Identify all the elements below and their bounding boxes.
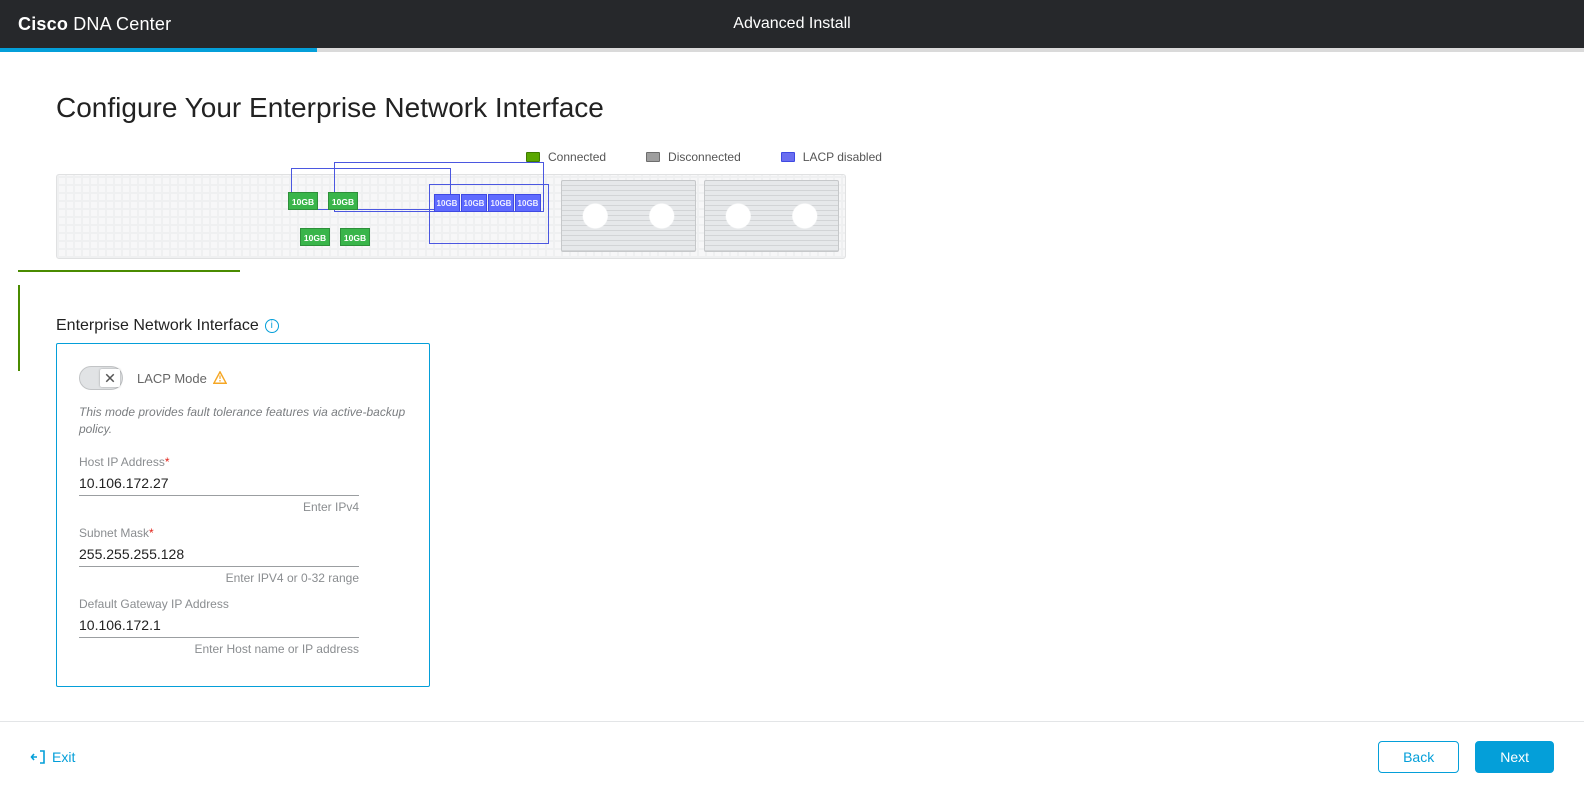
- back-button[interactable]: Back: [1378, 741, 1459, 773]
- next-button[interactable]: Next: [1475, 741, 1554, 773]
- swatch-lacp-icon: [781, 152, 795, 162]
- exit-link[interactable]: Exit: [30, 749, 75, 765]
- fan-module-icon: [704, 180, 839, 252]
- info-icon[interactable]: i: [265, 319, 279, 333]
- subnet-hint: Enter IPV4 or 0-32 range: [79, 571, 359, 585]
- legend-lacp-disabled: LACP disabled: [781, 150, 882, 164]
- required-mark: *: [149, 526, 154, 540]
- gateway-field: Default Gateway IP Address: [79, 597, 407, 638]
- connector-line-icon: [18, 270, 240, 272]
- subnet-input[interactable]: [79, 543, 359, 567]
- lacp-toggle-row: LACP Mode: [79, 366, 407, 390]
- legend-disconnected: Disconnected: [646, 150, 741, 164]
- wizard-footer: Exit Back Next: [0, 721, 1584, 791]
- fan-module-icon: [561, 180, 696, 252]
- lacp-toggle-label: LACP Mode: [137, 371, 207, 386]
- port-10gb[interactable]: 10GB: [434, 194, 460, 212]
- brand-label: Cisco DNA Center: [18, 14, 171, 35]
- swatch-disconnected-icon: [646, 152, 660, 162]
- gateway-label: Default Gateway IP Address: [79, 597, 407, 611]
- swatch-connected-icon: [526, 152, 540, 162]
- legend-disconnected-label: Disconnected: [668, 150, 741, 164]
- selection-box-icon: [429, 184, 549, 244]
- section-title: Enterprise Network Interface: [56, 317, 259, 335]
- connector-line-icon: [18, 285, 20, 371]
- close-icon: [104, 372, 116, 384]
- port-10gb[interactable]: 10GB: [300, 228, 330, 246]
- port-10gb[interactable]: 10GB: [488, 194, 514, 212]
- subnet-label: Subnet Mask*: [79, 526, 407, 540]
- port-10gb[interactable]: 10GB: [288, 192, 318, 210]
- port-10gb[interactable]: 10GB: [515, 194, 541, 212]
- install-mode-title: Advanced Install: [733, 15, 850, 33]
- exit-icon: [30, 749, 46, 765]
- required-mark: *: [165, 455, 170, 469]
- port-10gb[interactable]: 10GB: [340, 228, 370, 246]
- legend-lacp-label: LACP disabled: [803, 150, 882, 164]
- app-header: Cisco DNA Center Advanced Install: [0, 0, 1584, 48]
- wizard-buttons: Back Next: [1378, 741, 1554, 773]
- port-legend: Connected Disconnected LACP disabled: [526, 150, 1528, 164]
- host-ip-hint: Enter IPv4: [79, 500, 359, 514]
- lacp-toggle[interactable]: [79, 366, 123, 390]
- toggle-knob: [100, 369, 120, 387]
- mode-description: This mode provides fault tolerance featu…: [79, 404, 407, 439]
- host-ip-label-text: Host IP Address: [79, 455, 165, 469]
- lacp-toggle-label-row: LACP Mode: [137, 371, 227, 386]
- host-ip-label: Host IP Address*: [79, 455, 407, 469]
- gateway-input[interactable]: [79, 614, 359, 638]
- enterprise-interface-card: LACP Mode This mode provides fault toler…: [56, 343, 430, 687]
- subnet-field: Subnet Mask*: [79, 526, 407, 567]
- brand-light: DNA Center: [73, 14, 171, 34]
- port-10gb[interactable]: 10GB: [461, 194, 487, 212]
- legend-connected-label: Connected: [548, 150, 606, 164]
- page-title: Configure Your Enterprise Network Interf…: [56, 92, 1528, 124]
- brand-strong: Cisco: [18, 14, 68, 34]
- page-body: Configure Your Enterprise Network Interf…: [0, 52, 1584, 721]
- section-title-row: Enterprise Network Interface i: [56, 317, 1528, 335]
- warning-icon: [213, 371, 227, 385]
- host-ip-input[interactable]: [79, 472, 359, 496]
- gateway-hint: Enter Host name or IP address: [79, 642, 359, 656]
- subnet-label-text: Subnet Mask: [79, 526, 149, 540]
- appliance-diagram: 10GB 10GB 10GB 10GB 10GB 10GB 10GB 10GB: [56, 174, 846, 259]
- port-10gb[interactable]: 10GB: [328, 192, 358, 210]
- exit-label: Exit: [52, 749, 75, 765]
- host-ip-field: Host IP Address*: [79, 455, 407, 496]
